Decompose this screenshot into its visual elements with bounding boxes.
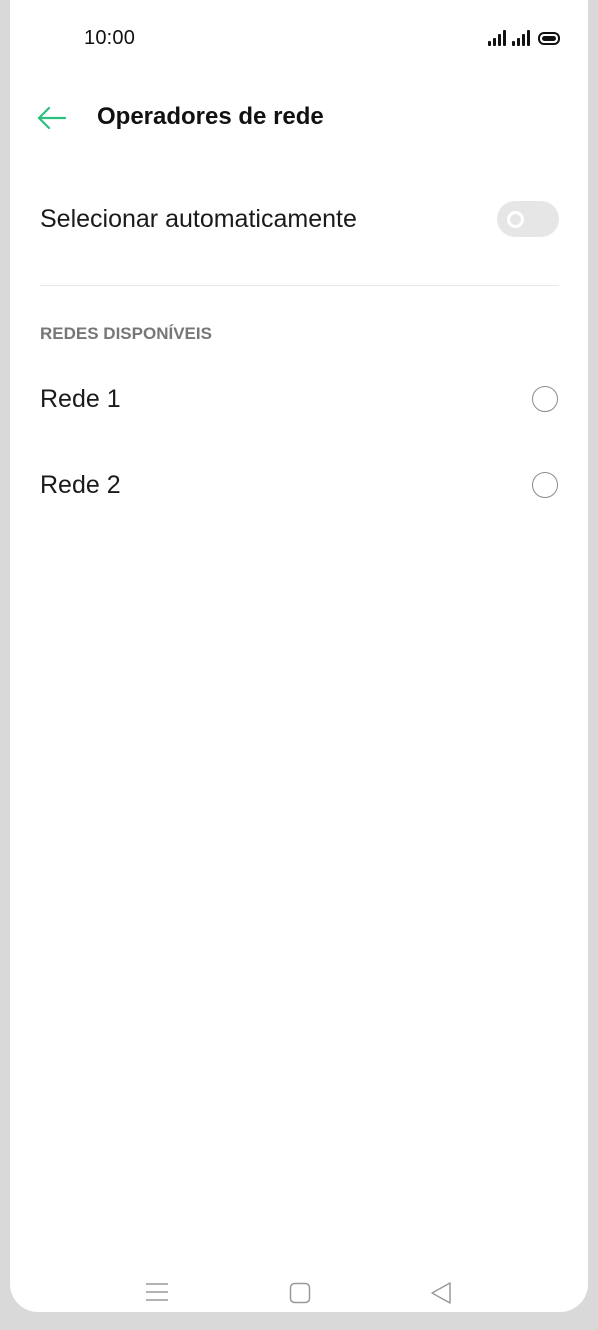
back-arrow-icon[interactable]: [36, 104, 68, 132]
status-icons: [488, 28, 560, 46]
battery-icon: [538, 32, 560, 45]
home-icon[interactable]: [289, 1282, 311, 1304]
toggle-knob: [507, 211, 524, 228]
auto-select-toggle[interactable]: [497, 201, 559, 237]
network-label: Rede 1: [40, 385, 121, 413]
back-icon[interactable]: [429, 1281, 453, 1305]
auto-select-label[interactable]: Selecionar automaticamente: [40, 205, 357, 234]
network-label: Rede 2: [40, 471, 121, 499]
screen: 10:00 Operadores de rede Selecionar auto…: [10, 0, 588, 1312]
signal-icon: [512, 30, 530, 46]
signal-icon: [488, 30, 506, 46]
page-title: Operadores de rede: [97, 103, 324, 130]
network-item-1[interactable]: Rede 1: [10, 369, 588, 429]
divider: [40, 285, 559, 286]
device-frame: 10:00 Operadores de rede Selecionar auto…: [0, 0, 598, 1330]
section-label-networks: REDES DISPONÍVEIS: [40, 324, 212, 343]
network-item-2[interactable]: Rede 2: [10, 455, 588, 515]
network-radio[interactable]: [532, 386, 558, 412]
network-radio[interactable]: [532, 472, 558, 498]
status-time: 10:00: [84, 27, 136, 49]
menu-icon[interactable]: [145, 1282, 169, 1302]
